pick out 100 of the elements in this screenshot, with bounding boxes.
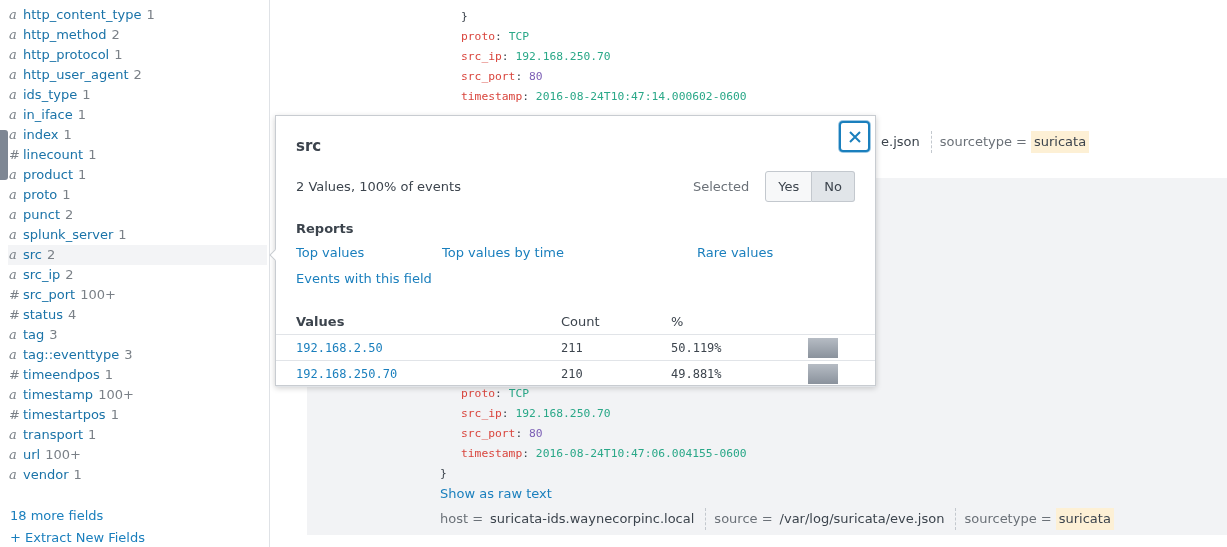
field-type-icon: a <box>9 5 18 25</box>
field-list-item[interactable]: a punct 2 <box>8 205 267 225</box>
field-name: product <box>23 166 73 185</box>
selected-label: Selected <box>692 177 750 196</box>
field-name: splunk_server <box>23 226 114 245</box>
field-name: ids_type <box>23 86 78 105</box>
drag-handle[interactable] <box>0 130 8 180</box>
report-link[interactable]: Top values by time <box>442 244 564 260</box>
field-type-icon: a <box>9 425 18 445</box>
value-link[interactable]: 192.168.2.50 <box>296 340 383 355</box>
field-count: 2 <box>65 206 74 225</box>
column-header: Values <box>296 313 345 329</box>
field-list-item[interactable]: a http_user_agent 2 <box>8 65 267 85</box>
field-count: 3 <box>49 326 58 345</box>
field-name: transport <box>23 426 84 445</box>
json-line: src_ip: 192.168.250.70 <box>460 406 612 422</box>
field-label: source = <box>714 510 773 529</box>
close-button[interactable] <box>839 121 870 152</box>
raw-text-link[interactable]: Show as raw text <box>440 484 1227 504</box>
field-list-item[interactable]: # timestartpos 1 <box>8 405 267 425</box>
section-heading: Reports <box>295 220 355 238</box>
field-list-item[interactable]: # src_port 100+ <box>8 285 267 305</box>
field-label: sourcetype = <box>939 133 1027 152</box>
report-link[interactable]: Top values <box>296 244 365 260</box>
field-list-item[interactable]: a url 100+ <box>8 445 267 465</box>
close-icon <box>848 130 861 143</box>
field-list-item[interactable]: a src 2 <box>8 245 267 265</box>
field-list-item[interactable]: a transport 1 <box>8 425 267 445</box>
field-list-item[interactable]: a http_method 2 <box>8 25 267 45</box>
field-type-icon: a <box>9 265 18 285</box>
summary-text: 2 Values, 100% of events <box>296 177 461 196</box>
field-name: tag <box>23 326 45 345</box>
field-name: timestartpos <box>23 406 106 425</box>
field-list-item[interactable]: a http_content_type 1 <box>8 5 267 25</box>
field-count: 1 <box>77 106 86 125</box>
field-value[interactable]: suricata-ids.waynecorpinc.local <box>487 508 698 530</box>
field-list-item[interactable]: a tag 3 <box>8 325 267 345</box>
field-list-item[interactable]: # status 4 <box>8 305 267 325</box>
field-list-item[interactable]: # linecount 1 <box>8 145 267 165</box>
json-brace: } <box>460 9 469 25</box>
field-type-icon: a <box>9 65 18 85</box>
column-header: % <box>671 313 684 329</box>
field-count: 1 <box>62 186 71 205</box>
field-list-item[interactable]: a proto 1 <box>8 185 267 205</box>
field-count: 4 <box>67 306 77 325</box>
json-line: src_ip: 192.168.250.70 <box>460 49 612 65</box>
field-list-item[interactable]: a in_iface 1 <box>8 105 267 125</box>
field-type-icon: a <box>9 25 18 45</box>
field-count: 1 <box>88 146 97 165</box>
report-link[interactable]: Events with this field <box>296 270 432 286</box>
field-name: src_port <box>23 286 76 305</box>
field-list-item[interactable]: a ids_type 1 <box>8 85 267 105</box>
field-type-icon: a <box>9 465 18 485</box>
field-count: 1 <box>63 126 72 145</box>
field-list-item[interactable]: # timeendpos 1 <box>8 365 267 385</box>
value-link[interactable]: 192.168.250.70 <box>296 366 398 381</box>
field-type-icon: a <box>9 325 18 345</box>
field-type-icon: a <box>9 185 18 205</box>
field-list-item[interactable]: a http_protocol 1 <box>8 45 267 65</box>
field-list-item[interactable]: a product 1 <box>8 165 267 185</box>
field-count: 1 <box>118 226 127 245</box>
field-list-item[interactable]: a timestamp 100+ <box>8 385 267 405</box>
field-list-item[interactable]: a src_ip 2 <box>8 265 267 285</box>
popover-title: src <box>296 136 322 157</box>
field-name: http_content_type <box>23 6 142 25</box>
field-count: 100+ <box>80 286 116 305</box>
field-count: 100+ <box>98 386 134 405</box>
field-count: 1 <box>114 46 123 65</box>
count-cell: 210 <box>561 366 583 381</box>
field-type-icon: a <box>9 85 18 105</box>
field-value[interactable]: suricata <box>1055 508 1114 530</box>
field-list-item[interactable]: a index 1 <box>8 125 267 145</box>
field-count: 2 <box>133 66 142 85</box>
percent-bar <box>808 363 838 384</box>
percent-cell: 50.119% <box>671 340 722 355</box>
field-count: 1 <box>146 6 155 25</box>
toggle-button[interactable]: Yes <box>765 170 813 202</box>
field-value[interactable]: e.json <box>878 131 923 153</box>
field-type-icon: a <box>9 125 18 145</box>
field-label: host = <box>440 510 484 529</box>
field-name: in_iface <box>23 106 73 125</box>
field-list-item[interactable]: a splunk_server 1 <box>8 225 267 245</box>
field-type-icon: a <box>9 245 18 265</box>
field-list-item[interactable]: a vendor 1 <box>8 465 267 485</box>
field-count: 1 <box>88 426 97 445</box>
field-count: 2 <box>65 266 74 285</box>
field-count: 1 <box>104 366 114 385</box>
field-value[interactable]: suricata <box>1030 131 1090 153</box>
count-cell: 211 <box>561 340 583 355</box>
json-line: proto: TCP <box>460 29 531 45</box>
field-type-icon: # <box>9 145 18 165</box>
report-link[interactable]: Rare values <box>697 244 774 260</box>
field-list-item[interactable]: a tag::eventtype 3 <box>8 345 267 365</box>
percent-cell: 49.881% <box>671 366 722 381</box>
toggle-button[interactable]: No <box>812 170 855 202</box>
field-value[interactable]: /var/log/suricata/eve.json <box>776 508 948 530</box>
field-type-icon: a <box>9 205 18 225</box>
field-name: http_protocol <box>23 46 110 65</box>
extract-fields-link[interactable]: + Extract New Fields <box>10 530 145 546</box>
more-fields-link[interactable]: 18 more fields <box>10 506 104 525</box>
